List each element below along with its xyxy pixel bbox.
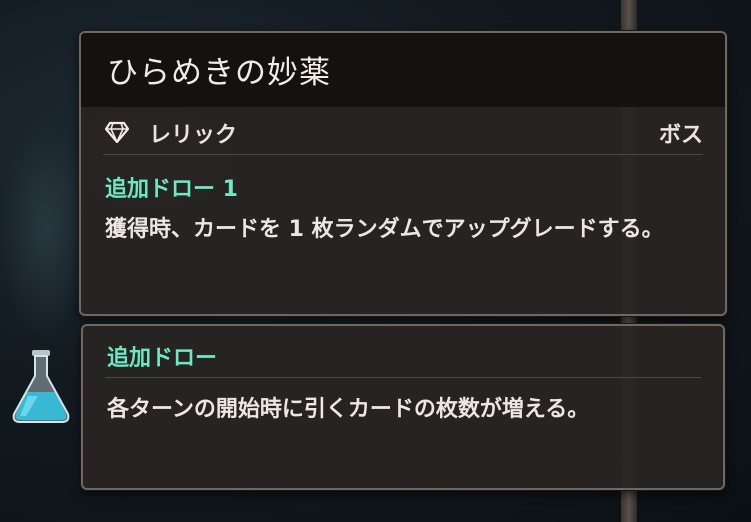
background-shadow: [0, 120, 90, 340]
keyword-tooltip: 追加ドロー 各ターンの開始時に引くカードの枚数が増える。: [81, 324, 725, 490]
relic-title: ひらめきの妙薬: [107, 55, 331, 91]
relic-rarity: ボス: [658, 123, 703, 148]
relic-title-bar: ひらめきの妙薬: [81, 33, 725, 107]
gem-icon: [105, 121, 129, 143]
keyword-title: 追加ドロー: [107, 346, 218, 371]
relic-meta-row: レリック ボス: [105, 117, 703, 149]
divider: [105, 377, 701, 378]
divider: [103, 154, 703, 155]
relic-tooltip: ひらめきの妙薬 レリック ボス 追加ドロー 1 獲得時、カードを 1 枚ランダム…: [79, 31, 727, 316]
relic-description: 獲得時、カードを 1 枚ランダムでアップグレードする。: [105, 217, 664, 242]
keyword-description: 各ターンの開始時に引くカードの枚数が増える。: [107, 397, 590, 422]
potion-flask-icon: [12, 350, 70, 423]
relic-category: レリック: [149, 123, 238, 148]
relic-keyword: 追加ドロー 1: [105, 177, 238, 202]
